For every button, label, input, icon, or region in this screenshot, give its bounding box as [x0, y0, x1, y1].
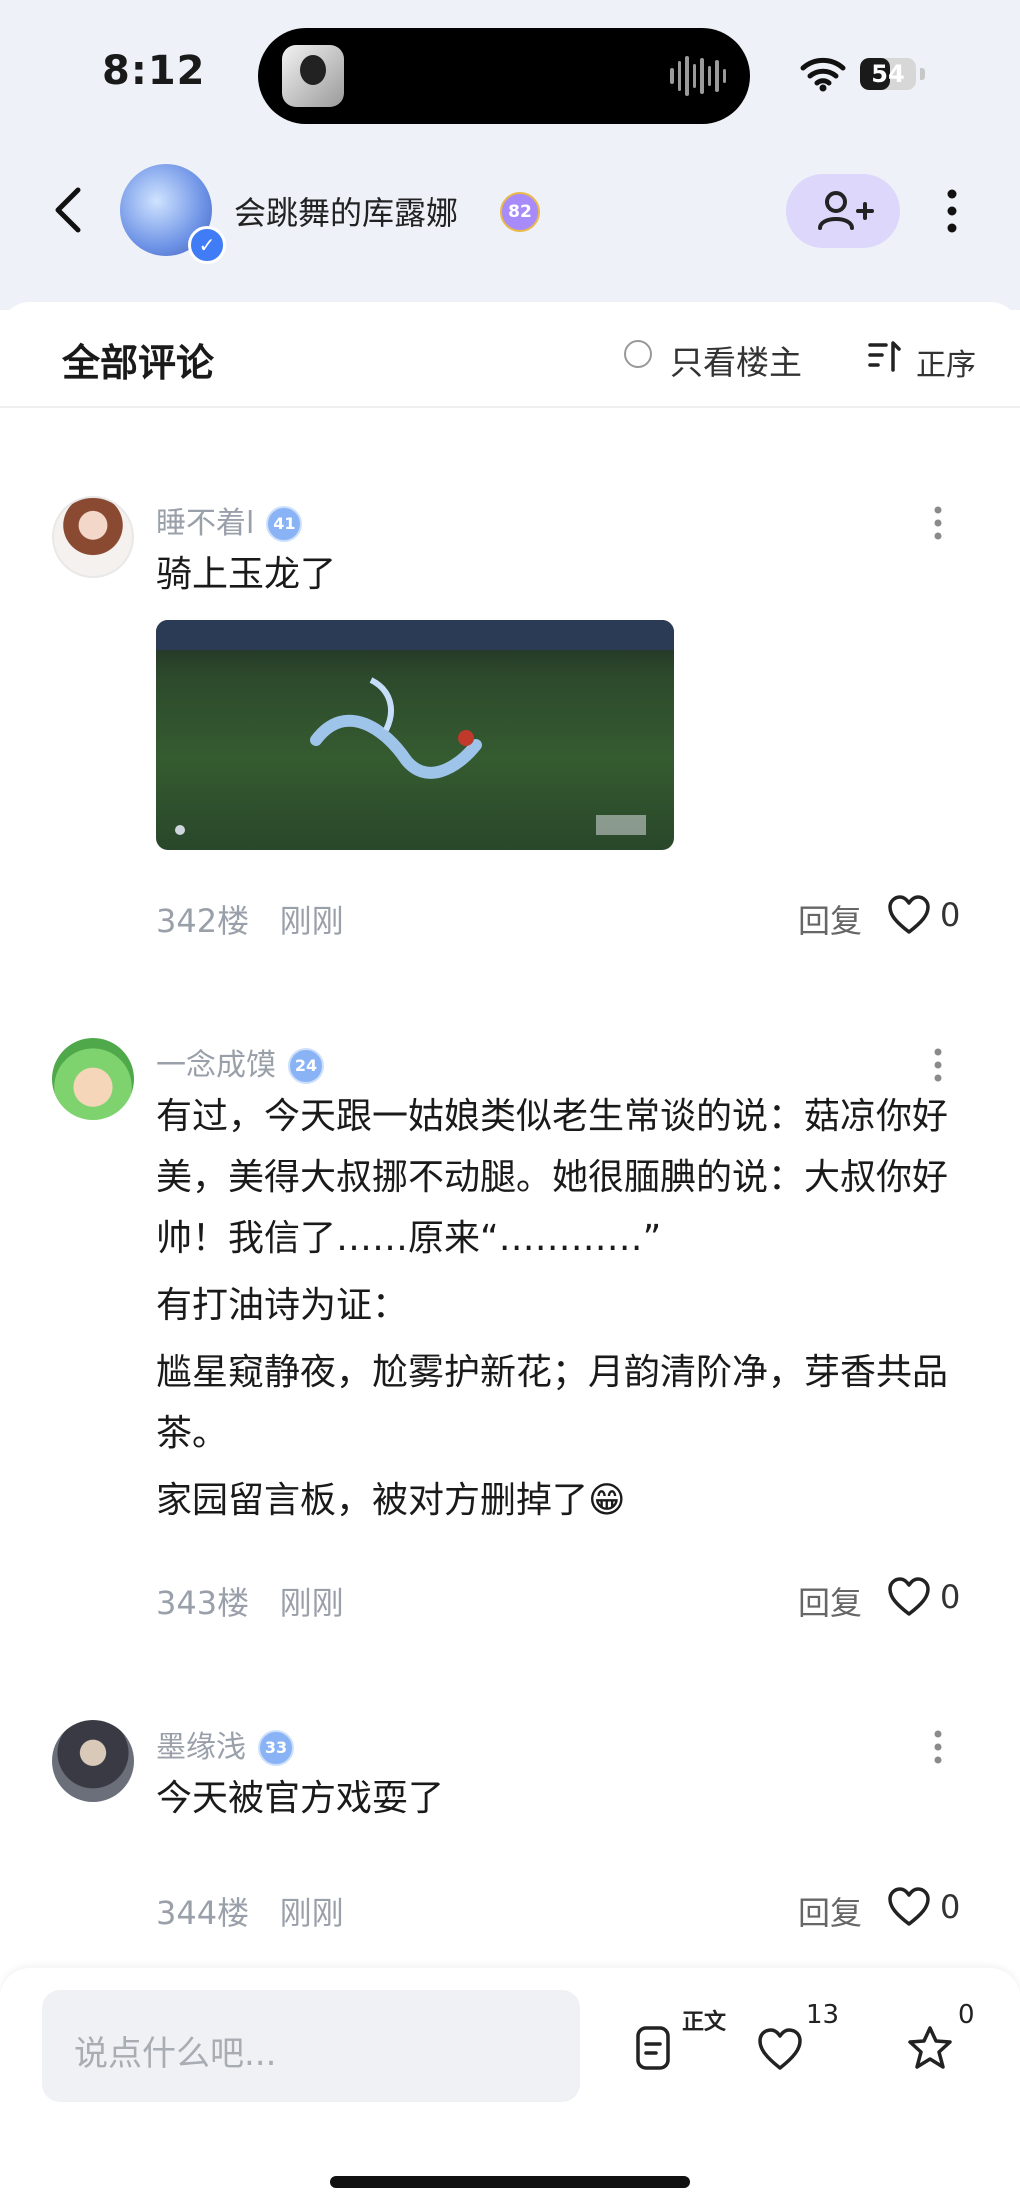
heart-icon[interactable] [886, 1886, 932, 1928]
reply-button[interactable]: 回复 [798, 1578, 862, 1624]
dragon-screenshot [156, 620, 674, 835]
add-friend-button[interactable] [786, 174, 900, 248]
only-host-label[interactable]: 只看楼主 [670, 336, 802, 384]
commenter-name[interactable]: 墨缘浅 33 [156, 1722, 294, 1766]
commenter-avatar[interactable] [52, 1038, 134, 1120]
sort-icon[interactable] [866, 338, 902, 374]
like-total: 13 [806, 2000, 840, 2030]
comment-body: 骑上玉龙了 [156, 544, 956, 611]
comments-header: 全部评论 只看楼主 正序 [0, 302, 1020, 408]
comment-text: 今天被官方戏耍了 [156, 1778, 445, 1819]
star-icon[interactable] [906, 2024, 954, 2072]
back-arrow-icon[interactable] [46, 182, 92, 238]
battery-tip [920, 68, 925, 80]
battery-percent: 54 [871, 60, 905, 88]
more-vertical-icon[interactable] [928, 1046, 948, 1086]
more-vertical-icon[interactable] [928, 1728, 948, 1768]
only-host-radio[interactable] [624, 340, 652, 368]
comment-time: 刚刚 [279, 902, 344, 940]
author-name[interactable]: 会跳舞的库露娜 [234, 188, 458, 234]
more-vertical-icon[interactable] [928, 504, 948, 544]
floor-number: 343楼 [156, 1584, 250, 1622]
floor-number: 342楼 [156, 902, 250, 940]
comment-text: 有打油诗为证： [156, 1285, 409, 1326]
commenter-level-badge: 41 [266, 506, 303, 542]
comment-body: 今天被官方戏耍了 [156, 1768, 956, 1835]
comment-input[interactable]: 说点什么吧... [42, 1990, 580, 2102]
comment-meta: 342楼 刚刚 [156, 896, 344, 942]
bottom-bar: 说点什么吧... 正文 13 0 [0, 1968, 1020, 2211]
commenter-name[interactable]: 一念成馍 24 [156, 1040, 324, 1084]
comment-text: 家园留言板，被对方删掉了😁 [156, 1480, 626, 1521]
comment-image[interactable] [156, 620, 674, 850]
star-total: 0 [958, 2000, 975, 2030]
comment-body: 有过，今天跟一姑娘类似老生常谈的说：菇凉你好美，美得大叔挪不动腿。她很腼腆的说：… [156, 1086, 956, 1537]
commenter-level-badge: 33 [258, 1730, 294, 1766]
like-count: 0 [940, 1888, 961, 1926]
text-label: 正文 [682, 2010, 727, 2035]
document-icon[interactable] [630, 2024, 678, 2072]
nav-bar: ✓ 会跳舞的库露娜 82 [0, 160, 1020, 264]
more-vertical-icon[interactable] [940, 186, 964, 236]
comment-text: 有过，今天跟一姑娘类似老生常谈的说：菇凉你好美，美得大叔挪不动腿。她很腼腆的说：… [156, 1096, 949, 1259]
audio-wave-icon [670, 56, 726, 96]
heart-icon[interactable] [756, 2026, 804, 2074]
author-level-badge: 82 [500, 192, 540, 232]
now-playing-cover [282, 45, 344, 107]
reply-button[interactable]: 回复 [798, 1888, 862, 1934]
heart-icon[interactable] [886, 1576, 932, 1618]
verified-badge-icon: ✓ [188, 226, 226, 264]
comment-text: 尴星窥静夜，尬雾护新花；月韵清阶净，芽香共品茶。 [156, 1352, 949, 1454]
commenter-level-badge: 24 [288, 1048, 324, 1084]
top-area: 8:12 54 ✓ 会跳舞的库露娜 82 [0, 0, 1020, 310]
comment-meta: 344楼 刚刚 [156, 1888, 344, 1934]
wifi-icon [800, 57, 846, 92]
commenter-avatar[interactable] [52, 496, 134, 578]
status-bar: 8:12 54 [0, 0, 1020, 150]
heart-icon[interactable] [886, 894, 932, 936]
floor-number: 344楼 [156, 1894, 250, 1932]
comment-time: 刚刚 [279, 1584, 344, 1622]
reply-button[interactable]: 回复 [798, 896, 862, 942]
like-count: 0 [940, 896, 961, 934]
battery-icon: 54 [860, 58, 916, 90]
home-indicator[interactable] [330, 2176, 690, 2188]
status-time: 8:12 [102, 48, 206, 94]
comment-time: 刚刚 [279, 1894, 344, 1932]
comments-title: 全部评论 [62, 341, 215, 385]
comment-input-placeholder: 说点什么吧... [74, 2034, 277, 2074]
comment-meta: 343楼 刚刚 [156, 1578, 344, 1624]
sort-label[interactable]: 正序 [916, 340, 976, 384]
add-friend-icon [818, 191, 874, 230]
like-count: 0 [940, 1578, 961, 1616]
dynamic-island[interactable] [258, 28, 750, 124]
comment-text: 骑上玉龙了 [156, 554, 337, 595]
commenter-avatar[interactable] [52, 1720, 134, 1802]
commenter-name[interactable]: 睡不着l 41 [156, 498, 303, 542]
